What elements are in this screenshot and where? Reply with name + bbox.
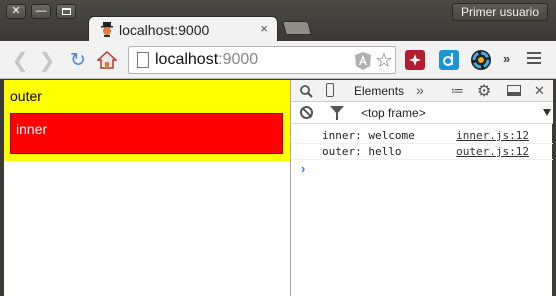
minimize-icon: —: [35, 5, 47, 17]
extension-red-icon[interactable]: [404, 49, 426, 71]
extensions-overflow-icon[interactable]: »: [503, 51, 510, 66]
log-message: inner: welcome: [322, 129, 415, 142]
angular-extension-icon[interactable]: [355, 52, 371, 70]
outer-box: outer inner: [4, 80, 290, 161]
tab-elements[interactable]: Elements: [354, 84, 404, 98]
menu-icon[interactable]: [527, 52, 541, 66]
close-icon: ✕: [11, 5, 21, 17]
devtools-tabbar: Elements » ≔ ⚙ ✕: [291, 80, 553, 102]
devtools-close-icon[interactable]: ✕: [534, 83, 545, 99]
favicon-icon: [101, 22, 113, 37]
dock-side-icon[interactable]: [507, 85, 521, 96]
web-page: outer inner: [0, 80, 290, 296]
forward-icon[interactable]: ❯: [36, 49, 58, 72]
console-log-row: inner: welcome inner.js:12: [291, 128, 553, 144]
console-toolbar: <top frame>: [291, 102, 553, 124]
log-message: outer: hello: [322, 145, 402, 158]
inner-box: inner: [10, 113, 283, 154]
more-tabs-icon[interactable]: »: [416, 82, 424, 98]
console-prompt-icon[interactable]: ›: [301, 161, 305, 176]
tab-close-icon[interactable]: ×: [260, 21, 268, 36]
window-titlebar: ✕ — Primer usuario localhost:9000 ×: [0, 0, 556, 42]
content-area: outer inner Elements » ≔ ⚙ ✕ <top frame>: [0, 80, 556, 296]
device-mode-icon[interactable]: [326, 83, 334, 97]
outer-label: outer: [10, 88, 42, 104]
window-close-button[interactable]: ✕: [6, 4, 26, 19]
log-source-link[interactable]: outer.js:12: [456, 145, 529, 158]
window-minimize-button[interactable]: —: [31, 4, 51, 19]
extension-color-wheel-icon[interactable]: [470, 49, 492, 71]
log-source-link[interactable]: inner.js:12: [456, 129, 529, 142]
gear-icon[interactable]: ⚙: [477, 81, 491, 101]
bookmark-star-icon[interactable]: ☆: [375, 48, 393, 73]
search-icon[interactable]: [300, 85, 313, 98]
browser-tab[interactable]: localhost:9000 ×: [88, 16, 278, 42]
home-icon[interactable]: [96, 49, 118, 71]
console-drawer-icon[interactable]: ≔: [451, 83, 464, 99]
new-tab-button[interactable]: [282, 21, 312, 35]
filter-icon[interactable]: [330, 106, 344, 120]
devtools-panel: Elements » ≔ ⚙ ✕ <top frame> inner: welc…: [290, 80, 556, 296]
maximize-icon: [61, 8, 71, 15]
window-maximize-button[interactable]: [56, 4, 76, 19]
tab-title: localhost:9000: [119, 22, 210, 38]
chevron-down-icon[interactable]: [543, 109, 551, 116]
clear-console-icon[interactable]: [300, 106, 313, 119]
address-bar[interactable]: localhost:9000 ☆: [128, 46, 396, 74]
console-log-row: outer: hello outer.js:12: [291, 144, 553, 160]
reload-icon[interactable]: ↻: [67, 49, 89, 71]
frame-selector[interactable]: <top frame>: [361, 106, 426, 120]
page-icon: [137, 52, 149, 68]
back-icon[interactable]: ❮: [9, 49, 31, 72]
inner-label: inner: [16, 121, 48, 137]
browser-toolbar: ❮ ❯ ↻ localhost:9000 ☆ »: [0, 41, 556, 79]
profile-button[interactable]: Primer usuario: [451, 3, 548, 21]
extension-d-icon[interactable]: [438, 49, 460, 71]
url-text: localhost:9000: [155, 51, 259, 68]
